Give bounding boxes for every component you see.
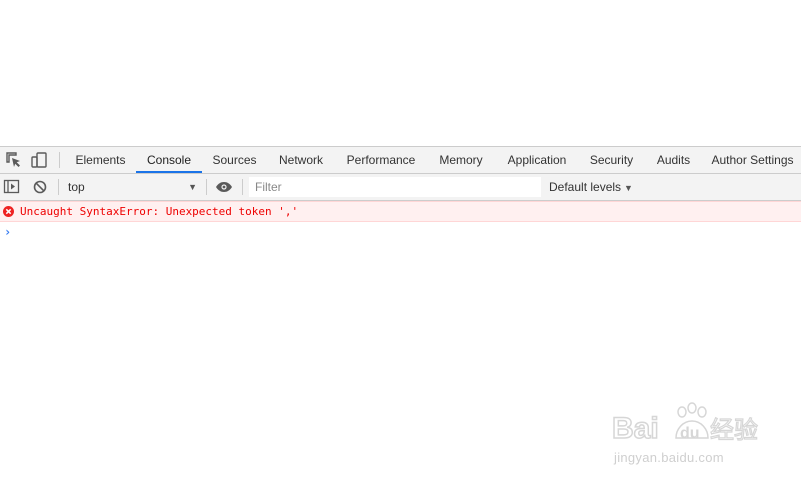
log-levels-dropdown[interactable]: Default levels ▼	[549, 176, 633, 198]
inspect-element-icon[interactable]	[5, 151, 23, 169]
toolbar-divider	[206, 179, 207, 195]
error-text: Uncaught SyntaxError: Unexpected token '…	[20, 205, 299, 218]
tab-memory[interactable]: Memory	[428, 147, 494, 173]
eye-icon[interactable]	[215, 178, 233, 196]
inspected-page	[0, 0, 801, 146]
baidu-jingyan-watermark: Bai du 经验 jingyan.baidu.com	[612, 398, 762, 470]
tab-sources[interactable]: Sources	[204, 147, 265, 173]
context-value: top	[68, 180, 85, 194]
tab-application[interactable]: Application	[497, 147, 577, 173]
execution-context-select[interactable]: top ▼	[63, 176, 203, 198]
filter-input[interactable]	[249, 177, 541, 197]
clear-console-icon[interactable]	[31, 178, 49, 196]
tab-audits[interactable]: Audits	[646, 147, 701, 173]
watermark-brand-cn: 经验	[710, 416, 758, 444]
tab-performance[interactable]: Performance	[337, 147, 425, 173]
dropdown-arrow-icon: ▼	[188, 182, 197, 192]
devtools-tab-bar: Elements Console Sources Network Perform…	[0, 146, 801, 174]
watermark-paw-text: du	[680, 425, 700, 442]
watermark-brand: Bai	[612, 412, 659, 445]
tab-security[interactable]: Security	[580, 147, 643, 173]
toolbar-divider	[242, 179, 243, 195]
tab-network[interactable]: Network	[268, 147, 334, 173]
toolbar-divider	[58, 179, 59, 195]
show-sidebar-icon[interactable]	[3, 178, 21, 196]
tab-elements[interactable]: Elements	[67, 147, 134, 173]
baidu-logo: Bai du 经验	[612, 402, 759, 446]
console-error-message: Uncaught SyntaxError: Unexpected token '…	[0, 201, 801, 222]
prompt-chevron-icon: ›	[4, 225, 12, 239]
dropdown-arrow-icon: ▼	[624, 183, 633, 193]
console-prompt[interactable]: ›	[0, 222, 801, 242]
tab-console[interactable]: Console	[136, 147, 202, 173]
tab-author-settings[interactable]: Author Settings	[704, 147, 801, 173]
levels-label: Default levels	[549, 180, 622, 194]
console-toolbar: top ▼ Default levels▼	[0, 174, 801, 201]
device-toolbar-icon[interactable]	[30, 151, 48, 169]
watermark-url: jingyan.baidu.com	[614, 450, 724, 465]
tabbar-divider	[59, 152, 60, 168]
error-icon	[3, 206, 14, 217]
